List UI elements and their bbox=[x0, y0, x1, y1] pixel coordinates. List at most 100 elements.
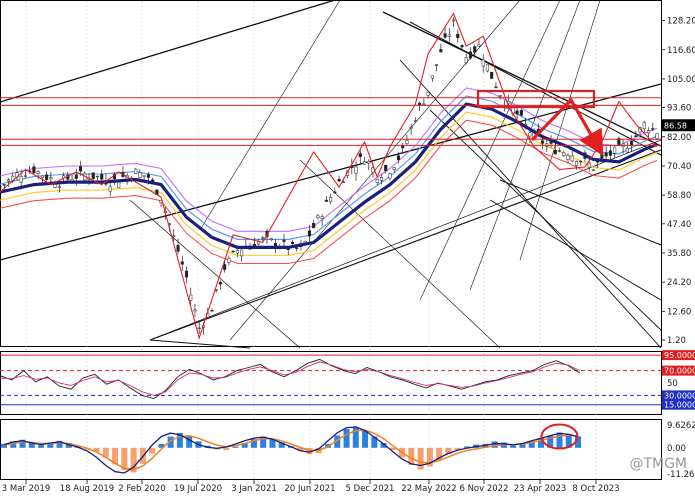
price-tick-label: 1.20 bbox=[667, 336, 686, 346]
oscillator-layer: 95.0000 70.0000 30.000015.0000 50 bbox=[0, 350, 695, 410]
chart-svg: 128.20 116.60 105.00 93.60 82.00 70.40 58.80 47… bbox=[0, 0, 695, 494]
channel-trendline bbox=[299, 159, 501, 349]
macd-histogram-bar bbox=[149, 447, 156, 454]
candle-body bbox=[45, 174, 49, 180]
ribbon-line bbox=[0, 103, 658, 248]
date-tick-label: 19 Jul 2020 bbox=[174, 484, 222, 494]
date-tick-label: 2 Feb 2020 bbox=[118, 484, 166, 494]
candle-body bbox=[388, 173, 392, 179]
macd-histogram-bar bbox=[343, 429, 350, 448]
candle-body bbox=[95, 175, 100, 178]
macd-histogram-bar bbox=[186, 435, 193, 448]
oscillator-level-label: 70.0000 bbox=[664, 367, 695, 376]
candle-body bbox=[405, 140, 409, 144]
candle-body bbox=[579, 160, 583, 163]
candle-body bbox=[430, 75, 434, 79]
price-tick-label: 58.80 bbox=[667, 191, 691, 201]
candle-body bbox=[655, 133, 659, 139]
candle-body bbox=[473, 46, 477, 53]
candle-body bbox=[138, 172, 142, 178]
candle-body bbox=[32, 166, 36, 174]
candle-body bbox=[324, 199, 328, 202]
candle-body bbox=[464, 57, 468, 63]
candle-body bbox=[6, 179, 11, 182]
candle-body bbox=[541, 140, 545, 144]
candle-body bbox=[108, 186, 112, 192]
candle-body bbox=[36, 171, 40, 174]
candle-body bbox=[295, 247, 299, 249]
candle-body bbox=[0, 186, 2, 188]
candle-body bbox=[189, 294, 193, 301]
candle-body bbox=[23, 175, 27, 177]
moving-average-layer bbox=[0, 102, 658, 249]
price-tick-label: 47.40 bbox=[667, 220, 691, 230]
candle-body bbox=[587, 162, 591, 168]
price-tick-label: 93.60 bbox=[667, 104, 691, 114]
candle-body bbox=[562, 152, 566, 156]
candle-body bbox=[481, 59, 485, 67]
candle-body bbox=[443, 33, 447, 38]
candle-body bbox=[320, 216, 324, 219]
candle-body bbox=[333, 191, 337, 193]
candle-body bbox=[515, 110, 519, 115]
candle-body bbox=[172, 235, 176, 237]
channel-trendline bbox=[499, 179, 662, 246]
candle-body bbox=[557, 150, 562, 152]
candle-body bbox=[329, 197, 333, 203]
candle-body bbox=[223, 264, 227, 270]
candle-body bbox=[498, 95, 502, 97]
date-tick-label: 8 Oct 2023 bbox=[572, 484, 619, 494]
candle-body bbox=[600, 153, 604, 159]
candle-body bbox=[392, 167, 396, 170]
macd-layer: 9.62620.00-11.2678 bbox=[1, 421, 695, 480]
candle-body bbox=[651, 128, 655, 130]
candle-body bbox=[19, 176, 23, 183]
channel-trendline bbox=[0, 0, 336, 103]
candle-body bbox=[396, 155, 400, 160]
candle-body bbox=[409, 126, 413, 129]
candle-body bbox=[227, 258, 231, 263]
date-axis: 3 Mar 2019 18 Aug 2019 2 Feb 2020 19 Jul 20… bbox=[2, 480, 620, 494]
candle-body bbox=[604, 152, 608, 157]
macd-histogram-bar bbox=[38, 445, 45, 448]
macd-histogram-bar bbox=[223, 447, 230, 450]
horizontal-levels-layer bbox=[0, 97, 661, 146]
candle-body bbox=[447, 34, 451, 37]
candle-body bbox=[74, 174, 78, 179]
candle-body bbox=[231, 250, 235, 253]
candle-body bbox=[235, 249, 239, 254]
price-tick-label: 12.60 bbox=[667, 307, 691, 317]
candle-body bbox=[384, 165, 388, 172]
candle-body bbox=[570, 155, 574, 162]
candle-body bbox=[608, 150, 612, 156]
candle-body bbox=[282, 239, 286, 242]
candle-body bbox=[316, 215, 320, 219]
watermark: @TMGM bbox=[629, 456, 687, 472]
candle-body bbox=[439, 49, 443, 53]
price-axis: 128.20 116.60 105.00 93.60 82.00 70.40 58.80 47… bbox=[661, 17, 695, 346]
candle-body bbox=[269, 238, 273, 240]
candle-body bbox=[519, 110, 523, 116]
candle-body bbox=[261, 237, 265, 239]
channel-trendline bbox=[399, 59, 662, 349]
candle-body bbox=[379, 177, 384, 181]
candle-body bbox=[375, 179, 379, 183]
oscillator-level-label: 95.0000 bbox=[664, 351, 695, 360]
candle-body bbox=[468, 51, 473, 59]
candle-body bbox=[426, 92, 430, 96]
macd-axis-label: 9.6262 bbox=[667, 421, 695, 431]
candle-body bbox=[78, 166, 83, 172]
date-tick-label: 18 Aug 2019 bbox=[60, 484, 114, 494]
candle-body bbox=[490, 71, 494, 79]
candle-body bbox=[362, 161, 367, 165]
candle-body bbox=[485, 64, 490, 72]
date-tick-label: 23 Apr 2023 bbox=[514, 484, 567, 494]
current-price-label: 86.58 bbox=[664, 121, 687, 130]
date-tick-label: 22 May 2022 bbox=[401, 484, 456, 494]
date-tick-label: 6 Nov 2022 bbox=[459, 484, 508, 494]
candle-body bbox=[401, 145, 405, 149]
price-tick-label: 105.00 bbox=[667, 75, 695, 85]
candle-body bbox=[553, 150, 557, 155]
price-tick-label: 24.20 bbox=[667, 278, 691, 288]
oscillator-level-label: 15.0000 bbox=[664, 401, 695, 410]
